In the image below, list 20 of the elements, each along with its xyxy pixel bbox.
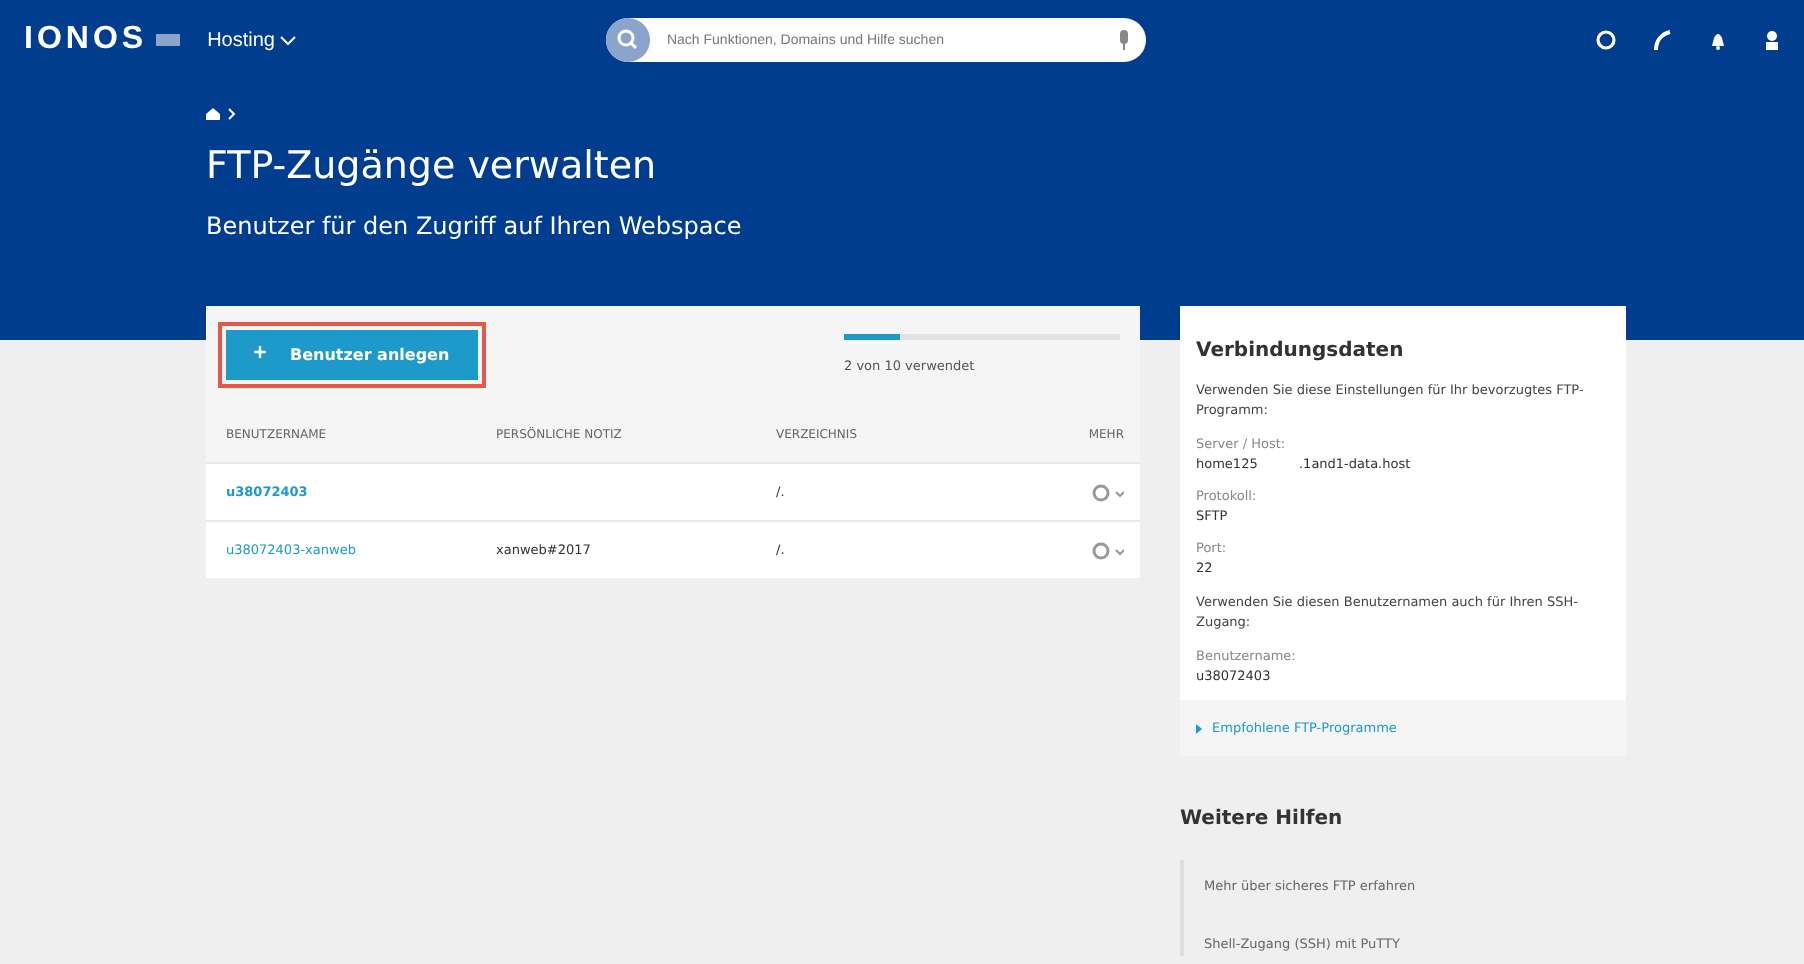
page-subtitle: Benutzer für den Zugriff auf Ihren Webspace xyxy=(206,212,744,240)
add-user-button[interactable]: Benutzer anlegen xyxy=(226,330,478,380)
chevron-icon xyxy=(1196,723,1202,733)
section-title: Weitere Hilfen xyxy=(1180,808,1343,830)
gear-dropdown-icon[interactable] xyxy=(1092,541,1124,559)
user-icon[interactable] xyxy=(1764,30,1780,50)
search-icon xyxy=(606,18,651,62)
home-icon[interactable] xyxy=(206,108,220,120)
card-title: Verbindungsdaten xyxy=(1196,340,1404,362)
chevron-icon xyxy=(228,108,236,120)
logo-mark-icon xyxy=(155,34,180,46)
plus-icon xyxy=(254,346,266,358)
hosting-menu[interactable]: Hosting xyxy=(207,29,297,51)
gear-dropdown-icon[interactable] xyxy=(1092,483,1124,501)
page-title: FTP-Zugänge verwalten xyxy=(206,144,657,188)
circle-icon[interactable] xyxy=(1596,30,1616,50)
caret-icon xyxy=(280,35,297,45)
microphone-icon xyxy=(1118,30,1131,50)
bell-icon[interactable] xyxy=(1708,30,1728,50)
logo[interactable]: IONOS xyxy=(24,22,148,58)
